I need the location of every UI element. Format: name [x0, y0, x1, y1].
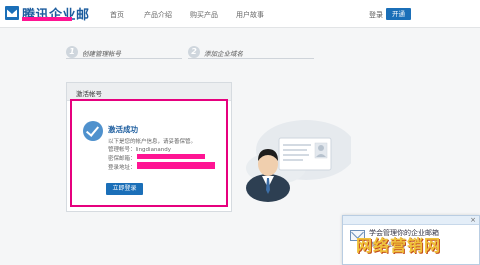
id-card-icon — [278, 137, 332, 171]
step-1-label: 创建管理帐号 — [82, 50, 121, 58]
open-account-button[interactable]: 开通 — [386, 8, 411, 20]
success-description: 以下是您的帐户信息，请妥善保管。 — [108, 139, 197, 145]
nav-product-intro[interactable]: 产品介绍 — [144, 10, 172, 20]
login-now-button[interactable]: 立即登录 — [106, 183, 143, 195]
security-email-label: 密保邮箱： — [108, 156, 136, 162]
login-link[interactable]: 登录 — [369, 10, 383, 20]
close-icon[interactable]: × — [470, 216, 476, 225]
login-address-label: 登录地址： — [108, 165, 136, 171]
security-email-row: 密保邮箱： — [108, 154, 136, 162]
success-title: 激活成功 — [108, 125, 138, 134]
step-2-number: 2 — [188, 46, 200, 58]
step-1-underline — [66, 58, 182, 59]
admin-account-label: 管理帐号： — [108, 147, 136, 153]
success-check-icon — [83, 121, 103, 141]
qq-mail-logo-icon[interactable] — [5, 6, 19, 20]
brand-annotation-mark — [22, 17, 72, 21]
admin-account-value: lingdianandy — [135, 147, 172, 153]
step-1-number: 1 — [66, 46, 78, 58]
popup-titlebar: × — [343, 216, 479, 225]
admin-account-row: 管理帐号：lingdianandy — [108, 145, 171, 153]
login-address-row: 登录地址： — [108, 163, 136, 171]
annotation-highlight-box — [70, 99, 228, 207]
redaction-bar-address — [137, 162, 215, 169]
panel-title: 激活帐号 — [76, 90, 102, 98]
business-card-illustration — [246, 120, 351, 202]
redaction-bar-email — [137, 154, 205, 159]
top-nav-bar: 腾讯企业邮 首页 产品介绍 购买产品 用户故事 登录 开通 — [0, 0, 480, 28]
nav-buy[interactable]: 购买产品 — [190, 10, 218, 20]
step-2-underline — [188, 58, 314, 59]
nav-home[interactable]: 首页 — [110, 10, 124, 20]
step-2-label: 添加企业域名 — [204, 50, 243, 58]
nav-user-stories[interactable]: 用户故事 — [236, 10, 264, 20]
site-watermark: 网络营销网 — [356, 236, 442, 255]
